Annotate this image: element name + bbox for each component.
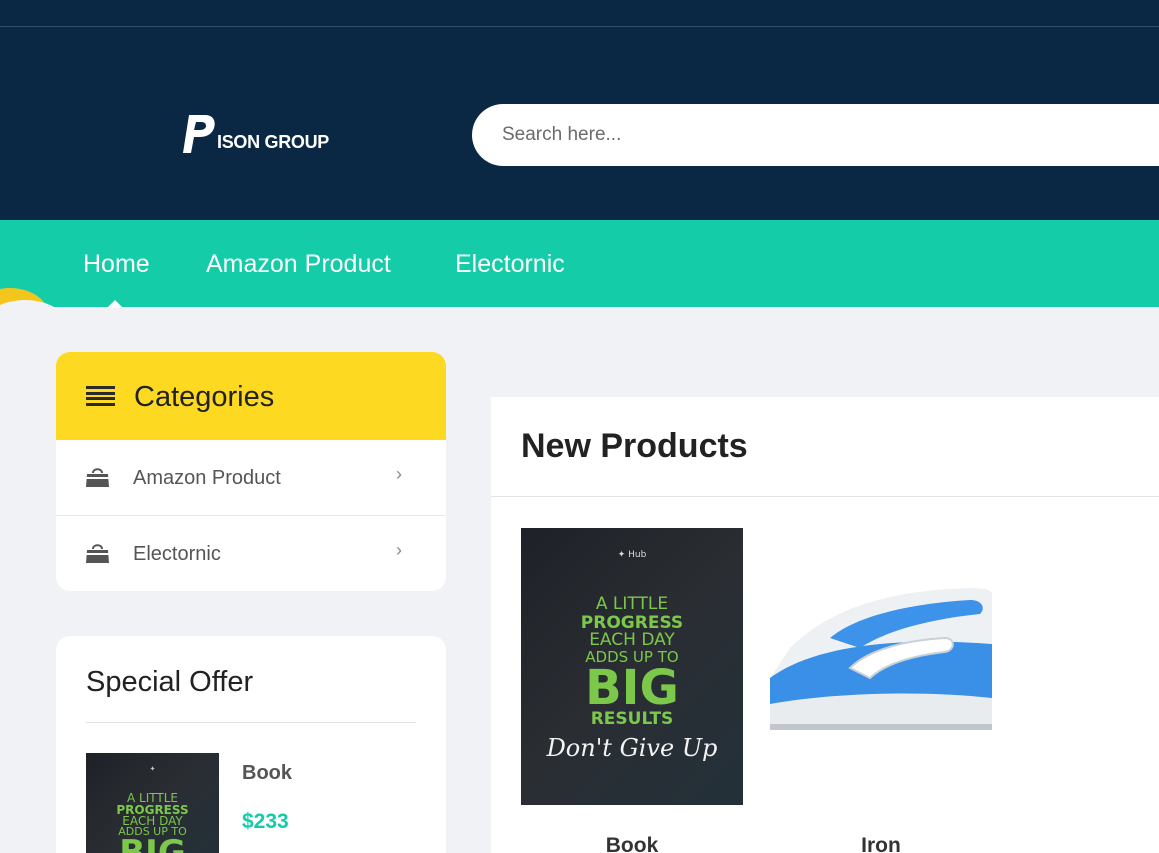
category-label: Amazon Product <box>133 467 281 489</box>
categories-header[interactable]: Categories <box>56 352 446 440</box>
cover-line: BIG <box>585 660 679 716</box>
cover-line: EACH DAY <box>589 630 675 650</box>
categories-panel: Categories Amazon Product › Electornic › <box>56 352 446 591</box>
product-image[interactable]: ✦ Hub A LITTLE PROGRESS EACH DAY ADDS UP… <box>521 528 743 805</box>
divider <box>86 722 416 723</box>
new-products-title: New Products <box>521 427 748 465</box>
special-offer-title: Special Offer <box>86 666 254 698</box>
search-bar[interactable] <box>472 104 1159 166</box>
product-card-book[interactable]: ✦ Hub A LITTLE PROGRESS EACH DAY ADDS UP… <box>521 528 743 853</box>
divider <box>491 496 1159 497</box>
site-header: ISON GROUP <box>0 27 1159 220</box>
category-item-amazon-product[interactable]: Amazon Product › <box>56 440 446 516</box>
category-item-electornic[interactable]: Electornic › <box>56 516 446 591</box>
nav-item-home[interactable]: Home <box>83 250 150 279</box>
product-name[interactable]: Book <box>521 834 743 853</box>
new-products-panel: New Products ✦ Hub A LITTLE PROGRESS EAC… <box>491 397 1159 853</box>
nav-item-electornic[interactable]: Electornic <box>455 250 565 279</box>
search-input[interactable] <box>502 121 1102 149</box>
shopping-bag-icon <box>86 544 109 563</box>
cover-line: Don't Give Up <box>546 734 718 762</box>
book-cover-image: ✦ A LITTLE PROGRESS EACH DAY ADDS UP TO … <box>86 753 219 853</box>
iron-image <box>770 586 992 730</box>
active-nav-indicator <box>107 300 123 308</box>
chevron-right-icon: › <box>396 540 402 560</box>
product-name[interactable]: Iron <box>770 834 992 853</box>
menu-icon <box>86 386 115 406</box>
nav-item-amazon-product[interactable]: Amazon Product <box>206 250 391 279</box>
shopping-bag-icon <box>86 468 109 487</box>
cover-line: BIG <box>119 833 186 853</box>
special-offer-product-name[interactable]: Book <box>242 762 292 785</box>
chevron-right-icon: › <box>396 464 402 484</box>
book-cover-image: ✦ Hub A LITTLE PROGRESS EACH DAY ADDS UP… <box>521 528 743 805</box>
cover-line: A LITTLE <box>595 594 669 614</box>
nav-decoration-mask <box>0 300 70 307</box>
top-bar <box>0 0 1159 27</box>
logo-p-mark <box>183 115 215 153</box>
cover-logo: ✦ <box>149 765 156 773</box>
categories-title: Categories <box>134 381 275 413</box>
special-offer-price: $233 <box>242 810 289 833</box>
product-image[interactable] <box>770 528 992 805</box>
special-offer-image[interactable]: ✦ A LITTLE PROGRESS EACH DAY ADDS UP TO … <box>86 753 219 853</box>
main-nav: Home Amazon Product Electornic <box>0 220 1159 307</box>
special-offer-panel: Special Offer ✦ A LITTLE PROGRESS EACH D… <box>56 636 446 853</box>
cover-logo: ✦ Hub <box>617 550 647 560</box>
cover-line: RESULTS <box>590 709 674 729</box>
category-label: Electornic <box>133 543 221 565</box>
site-logo[interactable]: ISON GROUP <box>183 107 329 157</box>
product-card-iron[interactable]: Iron <box>770 528 992 853</box>
logo-text: ISON GROUP <box>217 132 330 152</box>
